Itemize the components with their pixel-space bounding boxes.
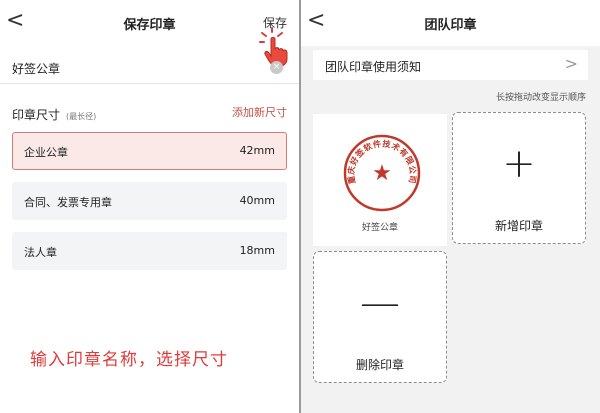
size-option-size: 18mm [239,244,275,257]
nav-bar: < 保存印章 保存 [0,0,299,46]
size-option-name: 法人章 [24,246,57,259]
size-option-size: 40mm [239,194,275,207]
instruction-caption: 输入印章名称，选择尺寸 [30,350,228,370]
size-header: 印章尺寸 (最长径) 添加新尺寸 [12,104,287,122]
nav-bar: < 团队印章 [301,0,600,46]
usage-notice-row[interactable]: 团队印章使用须知 > [313,50,588,80]
page-title: 团队印章 [424,18,477,33]
clear-icon[interactable]: × [270,61,283,74]
delete-seal-card[interactable]: — 删除印章 [313,251,447,383]
minus-icon: — [360,280,400,326]
company-seal-image: 重庆好签软件技术有限公司 ★ [343,134,421,212]
page-title: 保存印章 [123,18,176,33]
size-option-name: 合同、发票专用章 [24,196,112,209]
chevron-right-icon: > [564,54,578,73]
size-sublabel: (最长径) [66,112,97,121]
star-icon: ★ [372,161,392,186]
seal-name-field[interactable]: 好签公章 × [0,52,299,84]
seal-caption: 好签公章 [361,223,398,233]
size-option-legal-person-seal[interactable]: 法人章 18mm [12,232,287,270]
plus-icon: + [502,141,536,187]
size-option-size: 42mm [239,144,275,157]
add-size-link[interactable]: 添加新尺寸 [232,104,287,120]
size-option-company-seal[interactable]: 企业公章 42mm [12,132,287,170]
reorder-hint: 长按拖动改变显示顺序 [495,93,586,103]
save-seal-screen: < 保存印章 保存 好签公章 × 印章尺寸 (最长径) 添加新尺寸 企业公章 42… [0,0,299,413]
usage-notice-label: 团队印章使用须知 [325,60,422,74]
seal-card[interactable]: 重庆好签软件技术有限公司 ★ 好签公章 [313,114,447,246]
delete-seal-label: 删除印章 [355,358,404,372]
size-label: 印章尺寸 [12,108,61,122]
size-option-contract-seal[interactable]: 合同、发票专用章 40mm [12,182,287,220]
seal-name-value[interactable]: 好签公章 [12,60,60,77]
add-seal-card[interactable]: + 新增印章 [452,112,586,244]
team-seal-screen: < 团队印章 团队印章使用须知 > 长按拖动改变显示顺序 重庆好签软件技术有限公… [301,0,600,413]
add-seal-label: 新增印章 [494,219,543,233]
size-option-name: 企业公章 [24,146,68,159]
